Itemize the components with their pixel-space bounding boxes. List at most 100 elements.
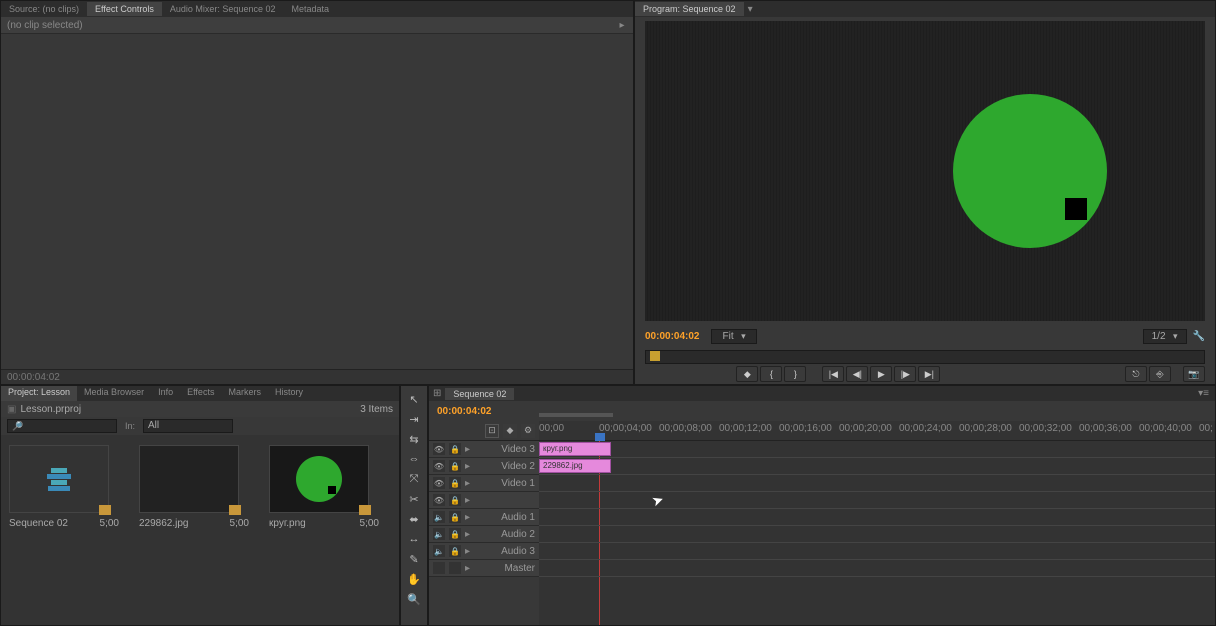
hand-tool-icon[interactable]: ✋ [403,570,425,588]
collapse-icon[interactable]: ▸ [465,529,470,540]
tab-audio-mixer[interactable]: Audio Mixer: Sequence 02 [162,2,284,16]
track-lane[interactable] [539,560,1215,577]
lock-icon[interactable]: 🔒 [449,545,461,557]
eye-icon[interactable] [433,562,445,574]
project-items-grid[interactable]: Sequence 025;00 229862.jpg5;00 круг.png5… [1,435,399,625]
lock-icon[interactable]: 🔒 [449,511,461,523]
track-header[interactable]: 🔈🔒▸Audio 1 [429,509,539,526]
lock-icon[interactable]: 🔒 [449,460,461,472]
selection-tool-icon[interactable]: ↖ [403,390,425,408]
program-timecode[interactable]: 00:00:04:02 [645,331,699,342]
collapse-icon[interactable]: ▸ [465,512,470,523]
track-header[interactable]: 👁🔒▸Video 1 [429,475,539,492]
dropdown-icon[interactable]: ▾ [748,4,753,15]
tab-source[interactable]: Source: (no clips) [1,2,87,16]
speaker-icon[interactable]: 🔈 [433,545,445,557]
program-monitor[interactable] [645,21,1205,321]
panel-menu-icon[interactable]: ▾≡ [1192,388,1215,399]
lock-icon[interactable] [449,562,461,574]
speaker-icon[interactable]: 🔈 [433,528,445,540]
zoom-tool-icon[interactable]: 🔍 [403,590,425,608]
track-select-tool-icon[interactable]: ⇥ [403,410,425,428]
goto-in-button[interactable]: |◀ [822,366,844,382]
play-button[interactable]: ▶ [870,366,892,382]
ripple-edit-tool-icon[interactable]: ⇆ [403,430,425,448]
collapse-icon[interactable]: ▸ [465,563,470,574]
timeline-ruler[interactable]: 00;0000;00;04;0000;00;08;0000;00;12;0000… [539,421,1215,440]
eye-icon[interactable]: 👁 [433,443,445,455]
lift-button[interactable]: ⎋ [1125,366,1147,382]
eye-icon[interactable]: 👁 [433,477,445,489]
slip-tool-icon[interactable]: ⬌ [403,510,425,528]
lock-icon[interactable]: 🔒 [449,443,461,455]
razor-tool-icon[interactable]: ✂ [403,490,425,508]
slide-tool-icon[interactable]: ↔ [403,530,425,548]
marker-button[interactable]: ◆ [736,366,758,382]
tab-markers[interactable]: Markers [221,386,268,401]
project-item-sequence[interactable]: Sequence 025;00 [9,445,119,615]
in-point-button[interactable]: { [760,366,782,382]
rate-stretch-tool-icon[interactable]: ⤧ [403,470,425,488]
track-lane[interactable]: 229862.jpg [539,458,1215,475]
track-lane[interactable] [539,475,1215,492]
tab-effects[interactable]: Effects [180,386,221,401]
project-search-input[interactable] [7,419,117,433]
eye-icon[interactable]: 👁 [433,460,445,472]
wrench-icon[interactable]: 🔧 [1193,331,1205,342]
track-header[interactable]: 👁🔒▸Video 2 [429,458,539,475]
expand-icon[interactable]: ▸ [617,20,627,31]
tab-project[interactable]: Project: Lesson [1,386,77,401]
track-header[interactable]: 🔈🔒▸Audio 2 [429,526,539,543]
timeline-timecode[interactable]: 00:00:04:02 [437,406,537,417]
step-back-button[interactable]: ◀| [846,366,868,382]
program-scrubber[interactable] [645,350,1205,364]
tab-history[interactable]: History [268,386,310,401]
step-forward-button[interactable]: |▶ [894,366,916,382]
track-lane[interactable] [539,526,1215,543]
tab-program[interactable]: Program: Sequence 02 [635,2,744,16]
track-area[interactable]: круг.png 229862.jpg [539,441,1215,625]
collapse-icon[interactable]: ▸ [465,444,470,455]
collapse-icon[interactable]: ▸ [465,495,470,506]
pen-tool-icon[interactable]: ✎ [403,550,425,568]
project-item-image-1[interactable]: 229862.jpg5;00 [139,445,249,615]
extract-button[interactable]: ⎆ [1149,366,1171,382]
track-header[interactable]: ▸Master [429,560,539,577]
ruler-option-icon[interactable]: ⊡ [485,424,499,438]
work-area-bar[interactable] [539,413,613,417]
track-lane[interactable] [539,509,1215,526]
rolling-edit-tool-icon[interactable]: ⇔ [403,450,425,468]
timeline-clip[interactable]: 229862.jpg [539,459,611,473]
settings-icon[interactable]: ⚙ [521,424,535,438]
lock-icon[interactable]: 🔒 [449,494,461,506]
track-lane[interactable] [539,492,1215,509]
collapse-icon[interactable]: ▸ [465,478,470,489]
tab-media-browser[interactable]: Media Browser [77,386,151,401]
lock-icon[interactable]: 🔒 [449,477,461,489]
eye-icon[interactable]: 👁 [433,494,445,506]
speaker-icon[interactable]: 🔈 [433,511,445,523]
project-item-image-2[interactable]: круг.png5;00 [269,445,379,615]
playhead-handle-icon[interactable] [595,433,605,441]
program-resolution-dropdown[interactable]: 1/2 ▾ [1143,329,1187,344]
export-frame-button[interactable]: 📷 [1183,366,1205,382]
program-fit-dropdown[interactable]: Fit ▾ [711,329,756,344]
marker-icon[interactable]: ◆ [503,424,517,438]
tab-metadata[interactable]: Metadata [283,2,337,16]
project-filter-select[interactable]: All [143,419,233,433]
track-lane[interactable] [539,543,1215,560]
tab-info[interactable]: Info [151,386,180,401]
track-lane[interactable]: круг.png [539,441,1215,458]
timeline-clip[interactable]: круг.png [539,442,611,456]
lock-icon[interactable]: 🔒 [449,528,461,540]
goto-out-button[interactable]: ▶| [918,366,940,382]
tab-timeline-sequence[interactable]: Sequence 02 [445,388,514,400]
collapse-icon[interactable]: ▸ [465,461,470,472]
track-header[interactable]: 👁🔒▸Video 3 [429,441,539,458]
collapse-icon[interactable]: ▸ [465,546,470,557]
snap-icon[interactable]: ⊞ [433,388,441,399]
track-header[interactable]: 👁 🔒 ▸ [429,492,539,509]
out-point-button[interactable]: } [784,366,806,382]
tab-effect-controls[interactable]: Effect Controls [87,2,162,16]
track-header[interactable]: 🔈🔒▸Audio 3 [429,543,539,560]
